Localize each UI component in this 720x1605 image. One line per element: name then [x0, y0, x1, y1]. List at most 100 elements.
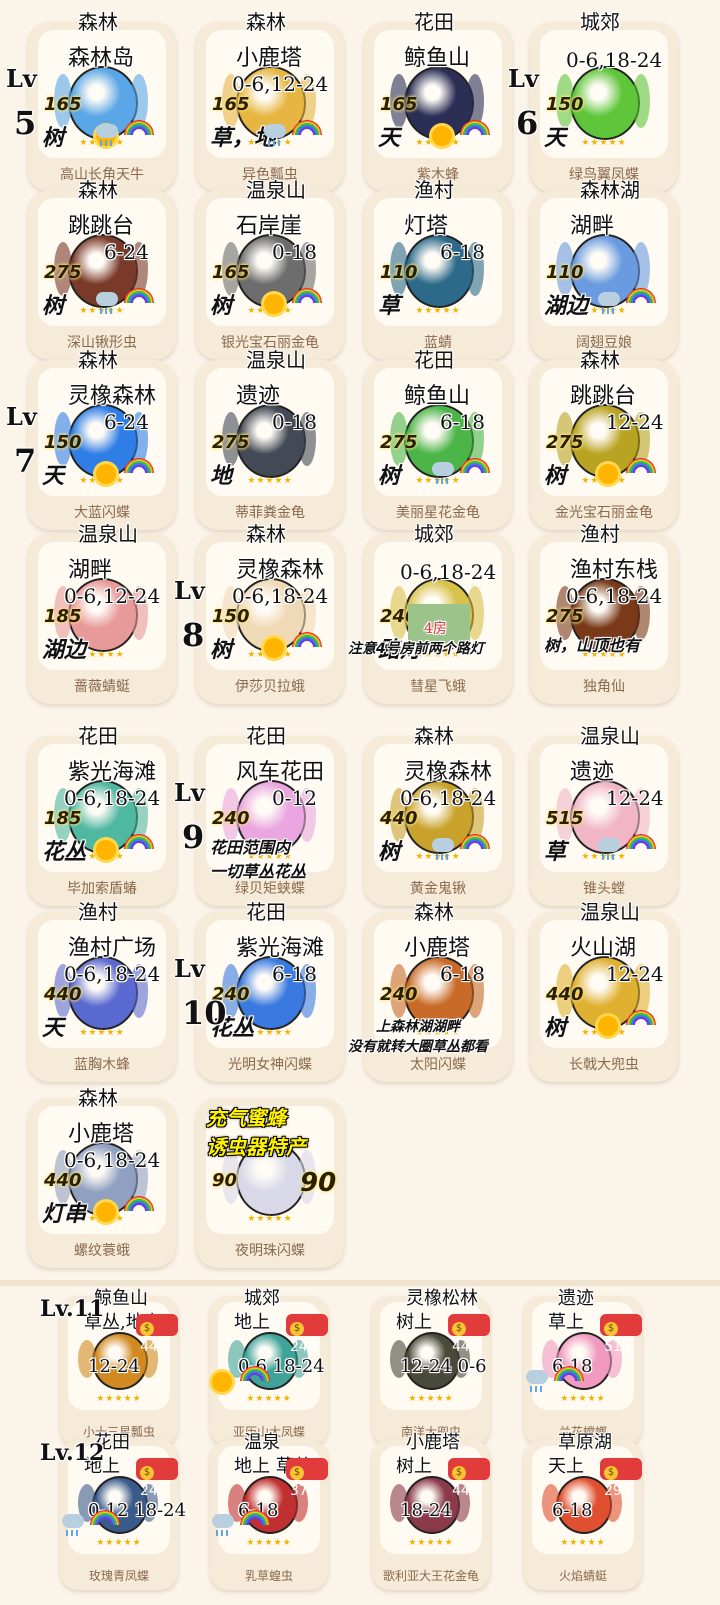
level-number: 6: [516, 104, 539, 142]
bug-card[interactable]: ★★★★★ 绿鸟翼凤蝶 城郊 0-6,18-24 150 天: [530, 10, 678, 192]
bug-card[interactable]: ★★★★★异色瓢虫森林小鹿塔0-6,12-24165草，地: [196, 10, 344, 192]
place-label: 树: [42, 294, 65, 319]
price-label: 275: [212, 432, 250, 453]
time-label: 12-24 0-6: [400, 1356, 487, 1377]
bug-card[interactable]: ★★★★★金光宝石丽金龟森林跳跳台12-24275树: [530, 348, 678, 530]
bug-name: 光明女神闪蝶: [228, 1057, 312, 1073]
bug-card-small[interactable]: ★★★★★兰花螳螂遗迹草上6-18$515: [524, 1288, 642, 1446]
bug-card[interactable]: ★★★★★螺纹蓑蛾森林小鹿塔0-6,18-24440灯串: [28, 1086, 176, 1268]
bug-card[interactable]: ★★★★★ 彗星飞蛾 城郊 0-6,18-24 240 路灯 4房 注意4号房前两个路灯: [348, 522, 512, 704]
rating-stars: ★★★★★: [408, 1538, 454, 1548]
price-value: 295: [604, 1483, 631, 1499]
price-label: 440: [44, 1170, 82, 1191]
time-label: 12-24: [606, 962, 664, 986]
spot-label: 石岸崖: [236, 214, 303, 239]
place-label: 草上: [548, 1312, 584, 1333]
bug-card-small[interactable]: ★★★★★ 南洋大兜虫 灵橡松林 树上 12-24 0-6 $440: [372, 1288, 490, 1446]
spot-label: 小鹿塔: [68, 1122, 135, 1147]
sun-icon: [96, 1202, 116, 1222]
bug-card-small[interactable]: ★★★★★ 火焰蜻蜓 草原湖 天上 6-18 $295: [524, 1432, 642, 1590]
region-label: 森林: [414, 724, 454, 748]
region-label: 森林: [78, 348, 118, 372]
place-label: 树: [378, 840, 401, 865]
rain-cloud-icon: [212, 1514, 234, 1536]
bug-name: 蓝胸木蜂: [74, 1057, 130, 1073]
bug-name: 乳草蝗虫: [244, 1569, 293, 1583]
region-label: 森林: [246, 522, 286, 546]
bug-wing-right: [632, 74, 650, 128]
place-label: 树: [210, 294, 233, 319]
level-number: 9: [182, 818, 205, 856]
time-label: 0-6,18-24: [64, 786, 161, 810]
bug-card[interactable]: ★★★★★银光宝石丽金龟温泉山石岸崖0-18165树: [196, 178, 344, 360]
bug-card[interactable]: ★★★★★ 蓝胸木蜂 渔村 渔村广场 0-6,18-24 440 天: [28, 900, 176, 1082]
bug-card[interactable]: ★★★★★美丽星花金龟花田鲸鱼山6-18275树: [364, 348, 512, 530]
spot-label: 遗迹: [570, 760, 615, 785]
spot-label: 渔村广场: [68, 936, 157, 961]
bug-card[interactable]: ★★★★★黄金鬼锹森林灵橡森林0-6,18-24440树: [364, 724, 512, 906]
spot-label: 小鹿塔: [404, 936, 471, 961]
bug-card[interactable]: ★★★★★阔翅豆娘森林湖湖畔110湖边: [530, 178, 678, 360]
level-label: Lv: [174, 778, 205, 807]
bug-card[interactable]: ★★★★★锥头螳温泉山遗迹12-24515草: [530, 724, 678, 906]
spot-label: 紫光海滩: [68, 760, 157, 785]
spot-label: 森林岛: [68, 46, 135, 71]
price-label: 110: [546, 262, 584, 283]
price-label: 165: [212, 262, 250, 283]
price-label: 440: [44, 984, 82, 1005]
bug-card[interactable]: ★★★★★毕加索盾蝽花田紫光海滩0-6,18-24185花丛: [28, 724, 176, 906]
bug-card-small[interactable]: ★★★★★乳草蝗虫温泉地上 草丛6-18$370: [210, 1432, 328, 1590]
time-label: 0-6,18-24: [232, 584, 329, 608]
price-value: 440: [452, 1483, 479, 1499]
bug-card[interactable]: ★★★★★大蓝闪蝶森林灵橡森林6-24150天: [28, 348, 176, 530]
time-label: 0-6,18-24: [64, 962, 161, 986]
bug-name: 彗星飞蛾: [410, 679, 466, 695]
spot-label: 灵橡松林: [406, 1288, 478, 1309]
bug-card-small[interactable]: ★★★★★ 亚历山大凤蝶 城郊 地上 0-6 18-24 $240: [210, 1288, 328, 1446]
bug-card-small[interactable]: ★★★★★ 歌利亚大王花金龟 小鹿塔 树上 18-24 $440: [372, 1432, 490, 1590]
place-label: 树: [544, 1016, 567, 1041]
place-label: 树: [378, 464, 401, 489]
bug-name: 毕加索盾蝽: [67, 881, 137, 897]
place-label: 树上: [396, 1456, 432, 1477]
place-label: 天: [42, 464, 65, 489]
bug-card[interactable]: ★★★★★长戟大兜虫温泉山火山湖12-24440树: [530, 900, 678, 1082]
price-label: 110: [380, 262, 418, 283]
bug-card[interactable]: ★★★★★ 蓝蜻 渔村 灯塔 6-18 110 草: [364, 178, 512, 360]
spot-label: 跳跳台: [570, 384, 637, 409]
bug-name: 玫瑰青凤蝶: [88, 1569, 149, 1583]
region-label: 渔村: [580, 522, 620, 546]
spot-label: 湖畔: [570, 214, 615, 239]
bug-name: 歌利亚大王花金龟: [382, 1569, 479, 1583]
region-label: 森林: [414, 900, 454, 924]
spot-label: 灯塔: [404, 214, 449, 239]
rating-stars: ★★★★★: [246, 1394, 292, 1404]
bug-card[interactable]: ★★★★★ 蔷薇蜻蜓 温泉山 湖畔 0-6,12-24 185 湖边: [28, 522, 176, 704]
price-label: 240: [380, 984, 418, 1005]
price-value: 240: [290, 1339, 317, 1355]
price-badge: $440: [448, 1314, 490, 1355]
price-badge: $370: [286, 1458, 328, 1499]
region-label: 花田: [414, 348, 454, 372]
bug-card[interactable]: ★★★★★高山长角天牛森林森林岛165树: [28, 10, 176, 192]
region-label: 花田: [246, 724, 286, 748]
coin-icon: $: [452, 1466, 466, 1480]
time-label: 12-24: [88, 1356, 140, 1377]
time-label: 6-18: [440, 410, 485, 434]
spot-label: 温泉: [244, 1432, 280, 1453]
bug-card[interactable]: ★★★★★ 绿贝矩蛱蝶 花田 风车花田 0-12 240 花田范围内 一切草丛花丛: [196, 724, 344, 906]
bug-card[interactable]: ★★★★★ 夜明珠闪蝶 90 充气蜜蜂 诱虫器特产 90: [196, 1098, 344, 1268]
bug-card[interactable]: ★★★★★ 太阳闪蝶 森林 小鹿塔 6-18 240 上森林湖湖畔 没有就转大圈草丛都看: [348, 900, 512, 1082]
bug-card[interactable]: ★★★★★深山锹形虫森林跳跳台6-24275树: [28, 178, 176, 360]
bug-card[interactable]: ★★★★★ 独角仙 渔村 渔村东栈 0-6,18-24 275 树，山顶也有: [530, 522, 678, 704]
bug-card[interactable]: ★★★★★伊莎贝拉蛾森林灵橡森林0-6,18-24150树: [196, 522, 344, 704]
time-label: 6-18: [440, 962, 485, 986]
place-label: 湖边: [42, 638, 87, 663]
bug-card[interactable]: ★★★★★ 蒂菲粪金龟 温泉山 遗迹 0-18 275 地: [196, 348, 344, 530]
rating-stars: ★★★★★: [247, 1214, 293, 1224]
region-label: 森林: [246, 10, 286, 34]
time-label: 0-18: [272, 410, 317, 434]
bug-card[interactable]: ★★★★★紫木蜂花田鲸鱼山165天: [364, 10, 512, 192]
place-label: 花田范围内 一切草丛花丛: [210, 838, 307, 881]
time-label: 0-6,18-24: [64, 1148, 161, 1172]
